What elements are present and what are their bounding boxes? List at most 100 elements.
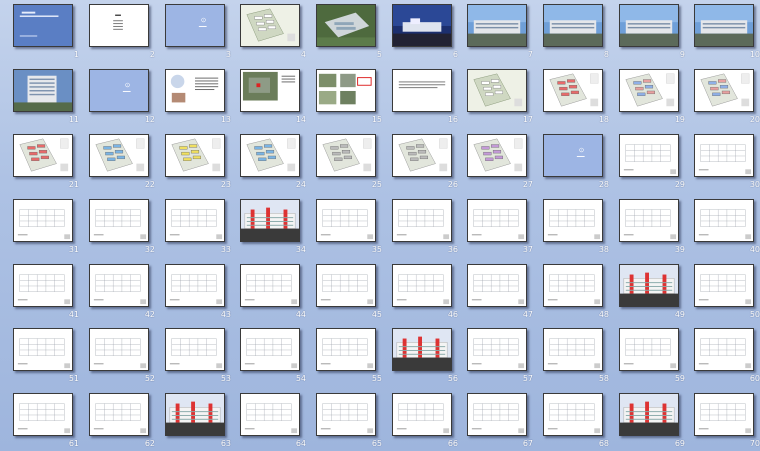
- slide-preview-image: [468, 394, 526, 435]
- slide-thumbnail[interactable]: [543, 199, 603, 242]
- slide-preview-image: ⊙: [90, 70, 148, 111]
- slide-number-label: 53: [220, 374, 231, 383]
- slide-thumbnail[interactable]: [13, 4, 73, 47]
- slide-thumbnail[interactable]: [467, 4, 527, 47]
- slide-preview-image: [468, 5, 526, 46]
- slide-thumbnail[interactable]: [467, 264, 527, 307]
- slide-thumbnail[interactable]: [694, 393, 754, 436]
- slide-number-label: 36: [447, 245, 458, 254]
- slide-thumbnail[interactable]: [89, 134, 149, 177]
- slide-thumbnail[interactable]: [543, 4, 603, 47]
- slide-thumbnail[interactable]: [543, 264, 603, 307]
- slide-number-label: 5: [376, 50, 382, 59]
- slide-thumbnail[interactable]: [467, 328, 527, 371]
- slide-thumbnail[interactable]: [619, 134, 679, 177]
- slide-thumbnail[interactable]: [694, 4, 754, 47]
- slide-thumbnail[interactable]: [13, 328, 73, 371]
- slide-thumbnail[interactable]: [165, 134, 225, 177]
- slide-thumbnail[interactable]: [543, 328, 603, 371]
- slide-thumbnail[interactable]: [240, 69, 300, 112]
- slide-number-label: 29: [674, 180, 685, 189]
- slide-thumbnail[interactable]: [165, 328, 225, 371]
- slide-thumbnail[interactable]: [392, 134, 452, 177]
- slide-thumbnail[interactable]: [619, 4, 679, 47]
- slide-number-label: 23: [220, 180, 231, 189]
- slide-thumbnail[interactable]: [13, 134, 73, 177]
- slide-thumbnail[interactable]: [694, 199, 754, 242]
- slide-thumbnail[interactable]: [13, 199, 73, 242]
- slide-thumbnail[interactable]: [392, 69, 452, 112]
- slide-thumbnail[interactable]: [316, 264, 376, 307]
- slide-thumbnail[interactable]: [543, 393, 603, 436]
- slide-thumbnail[interactable]: [316, 199, 376, 242]
- slide-thumbnail[interactable]: [392, 199, 452, 242]
- slide-thumbnail[interactable]: [543, 69, 603, 112]
- slide-preview-image: [695, 135, 753, 176]
- slide-thumbnail[interactable]: [694, 69, 754, 112]
- slide-preview-image: [14, 265, 72, 306]
- slide-thumbnail[interactable]: [316, 69, 376, 112]
- slide-number-label: 38: [598, 245, 609, 254]
- slide-preview-image: [468, 265, 526, 306]
- slide-thumbnail[interactable]: [240, 134, 300, 177]
- slide-thumbnail[interactable]: [165, 393, 225, 436]
- slide-thumbnail[interactable]: [619, 199, 679, 242]
- slide-thumbnail[interactable]: [240, 199, 300, 242]
- slide-preview-image: [544, 70, 602, 111]
- slide-preview-image: [14, 70, 72, 111]
- slide-thumbnail[interactable]: ⊙: [165, 4, 225, 47]
- slide-thumbnail[interactable]: [316, 328, 376, 371]
- slide-thumbnail[interactable]: [392, 393, 452, 436]
- slide-thumbnail[interactable]: [89, 393, 149, 436]
- slide-number-label: 10: [749, 50, 760, 59]
- slide-preview-image: [317, 200, 375, 241]
- slide-number-label: 28: [598, 180, 609, 189]
- slide-number-label: 30: [749, 180, 760, 189]
- slide-thumbnail[interactable]: [240, 264, 300, 307]
- slide-thumbnail[interactable]: [89, 4, 149, 47]
- slide-thumbnail[interactable]: [392, 4, 452, 47]
- slide-thumbnail[interactable]: [165, 69, 225, 112]
- slide-preview-image: [393, 70, 451, 111]
- slide-thumbnail[interactable]: ⊙: [543, 134, 603, 177]
- slide-thumbnail[interactable]: [467, 134, 527, 177]
- slide-thumbnail[interactable]: [619, 69, 679, 112]
- slide-preview-image: [14, 329, 72, 370]
- slide-thumbnail[interactable]: [165, 264, 225, 307]
- slide-thumbnail[interactable]: [240, 4, 300, 47]
- slide-thumbnail[interactable]: [165, 199, 225, 242]
- slide-thumbnail[interactable]: [240, 328, 300, 371]
- slide-thumbnail[interactable]: [392, 328, 452, 371]
- slide-thumbnail[interactable]: [316, 134, 376, 177]
- slide-thumbnail[interactable]: [89, 264, 149, 307]
- slide-thumbnail[interactable]: [13, 69, 73, 112]
- slide-thumbnail[interactable]: [316, 4, 376, 47]
- slide-thumbnail[interactable]: [13, 264, 73, 307]
- slide-preview-image: [544, 265, 602, 306]
- svg-text:⊙: ⊙: [579, 147, 585, 154]
- slide-thumbnail[interactable]: [240, 393, 300, 436]
- slide-thumbnail[interactable]: [467, 393, 527, 436]
- slide-thumbnail[interactable]: [392, 264, 452, 307]
- slide-number-label: 2: [149, 50, 155, 59]
- slide-thumbnail[interactable]: [694, 328, 754, 371]
- slide-thumbnail[interactable]: [89, 328, 149, 371]
- slide-number-label: 52: [144, 374, 155, 383]
- slide-number-label: 59: [674, 374, 685, 383]
- slide-preview-image: [695, 394, 753, 435]
- slide-preview-image: [241, 329, 299, 370]
- slide-thumbnail[interactable]: [619, 264, 679, 307]
- slide-thumbnail[interactable]: [694, 264, 754, 307]
- slide-preview-image: [90, 5, 148, 46]
- slide-thumbnail[interactable]: [694, 134, 754, 177]
- slide-thumbnail[interactable]: ⊙: [89, 69, 149, 112]
- slide-number-label: 51: [68, 374, 79, 383]
- slide-thumbnail[interactable]: [89, 199, 149, 242]
- slide-thumbnail[interactable]: [467, 199, 527, 242]
- slide-preview-image: [241, 394, 299, 435]
- slide-thumbnail[interactable]: [316, 393, 376, 436]
- slide-thumbnail[interactable]: [13, 393, 73, 436]
- slide-thumbnail[interactable]: [619, 328, 679, 371]
- slide-thumbnail[interactable]: [619, 393, 679, 436]
- slide-thumbnail[interactable]: [467, 69, 527, 112]
